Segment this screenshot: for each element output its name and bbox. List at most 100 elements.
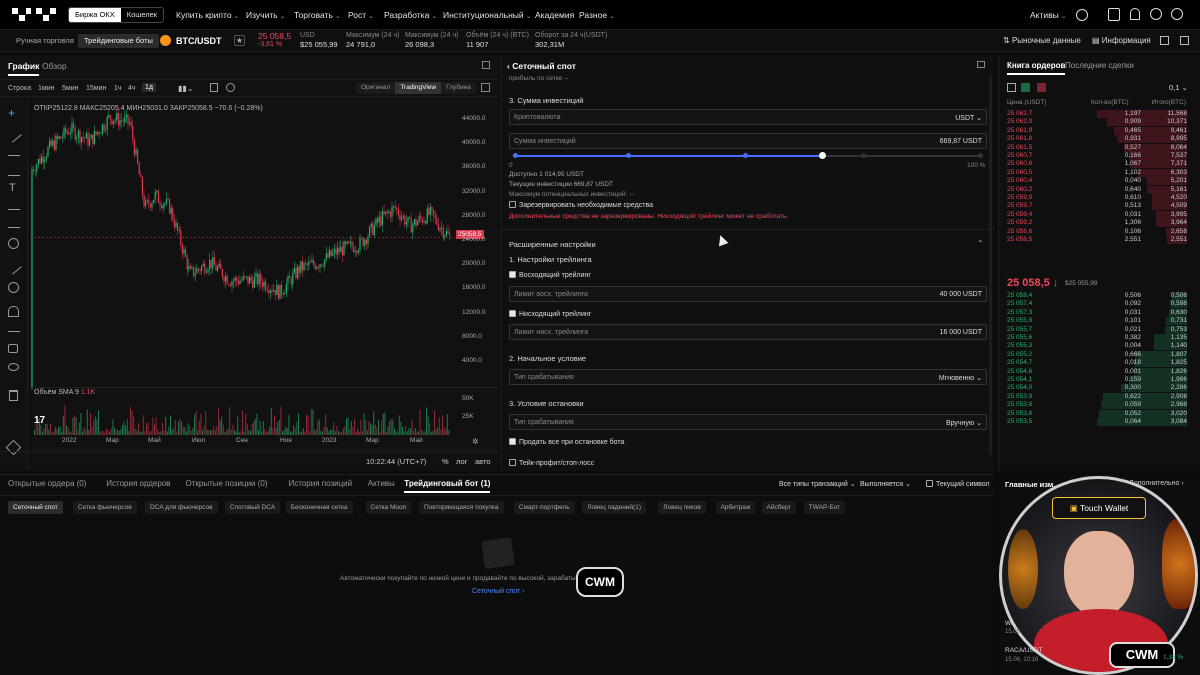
exchange-wallet-switch[interactable]: Биржа ОКХ Кошелек <box>68 7 165 23</box>
candlestick-chart[interactable] <box>30 103 498 427</box>
emoji-icon[interactable] <box>8 238 19 249</box>
bid-row[interactable]: 25 055,7 0,021 0,753 <box>999 325 1200 334</box>
favorite-star-icon[interactable]: ★ <box>234 35 245 46</box>
bot-type-chip[interactable]: Повторяющаяся покупка <box>419 501 504 514</box>
bot-type-chip[interactable]: TWAP-Бот <box>803 501 846 514</box>
ask-row[interactable]: 25 059,4 0,031 3,995 <box>999 210 1200 219</box>
overview-tab[interactable]: Обзор <box>42 61 67 71</box>
ask-row[interactable]: 25 060,5 1,102 6,303 <box>999 168 1200 177</box>
bid-row[interactable]: 25 053,8 0,059 2,968 <box>999 401 1200 410</box>
status-filter[interactable]: Выполняется ⌄ <box>860 480 911 488</box>
trailing-up-checkbox[interactable]: Восходящий трейлинг <box>509 271 591 279</box>
bid-row[interactable]: 25 055,2 0,666 1,807 <box>999 350 1200 359</box>
interval-1h[interactable]: 1ч <box>114 85 122 92</box>
reserve-funds-checkbox[interactable]: Зарезервировать необходимые средства <box>509 201 653 209</box>
manual-trading-tab[interactable]: Ручная торговля <box>10 34 80 48</box>
ask-row[interactable]: 25 060,7 0,166 7,537 <box>999 152 1200 160</box>
interval-1m[interactable]: 1мин <box>38 85 54 92</box>
ruler-icon[interactable] <box>6 259 22 275</box>
ask-row[interactable]: 25 062,7 1,197 11,568 <box>999 110 1200 118</box>
panel-scrollbar[interactable] <box>989 75 992 455</box>
nav-buy-crypto[interactable]: Купить крипто <box>176 10 239 20</box>
ask-row[interactable]: 25 059,9 0,610 4,520 <box>999 194 1200 202</box>
trash-icon[interactable] <box>9 390 18 401</box>
settings-icon[interactable] <box>1180 36 1189 45</box>
tp-sl-checkbox[interactable]: Тейк-профит/стоп-лосс <box>509 459 594 467</box>
bid-row[interactable]: 25 055,6 0,382 1,135 <box>999 334 1200 342</box>
pattern-icon[interactable] <box>8 200 20 210</box>
bot-type-chip[interactable]: Ловец падений(1) <box>582 501 646 514</box>
crosshair-icon[interactable]: + <box>8 106 15 120</box>
lock-icon[interactable] <box>8 344 18 353</box>
chart-settings-icon[interactable] <box>226 83 235 92</box>
pair-selector[interactable]: BTC/USDT <box>176 36 222 46</box>
info-button[interactable]: ▤ Информация <box>1092 36 1151 45</box>
investment-amount-input[interactable]: Сумма инвестиций 669,87 USDT <box>509 133 987 149</box>
bid-row[interactable]: 25 054,1 0,159 1,986 <box>999 376 1200 384</box>
view-original[interactable]: Оригинал <box>356 82 395 94</box>
investment-slider[interactable] <box>513 152 984 159</box>
ask-row[interactable]: 25 060,4 0,040 5,201 <box>999 177 1200 186</box>
zoom-icon[interactable] <box>8 282 19 293</box>
bot-panel-title[interactable]: ‹ Сеточный спот <box>507 61 576 71</box>
percent-scale[interactable]: % <box>442 457 449 466</box>
ask-row[interactable]: 25 061,5 0,527 8,064 <box>999 143 1200 152</box>
chevron-up-icon[interactable]: ⌃ <box>977 239 984 248</box>
advanced-settings-toggle[interactable]: Расширенные настройки <box>509 240 596 249</box>
wallet-switch[interactable]: Кошелек <box>121 8 163 22</box>
exchange-switch[interactable]: Биржа ОКХ <box>69 8 121 22</box>
ask-row[interactable]: 25 058,6 0,106 2,658 <box>999 227 1200 236</box>
panel-collapse-icon[interactable] <box>977 61 985 68</box>
interval-line[interactable]: Строка <box>8 85 31 92</box>
fullscreen-icon[interactable] <box>481 83 490 92</box>
nav-academy[interactable]: Академия <box>535 10 574 20</box>
nav-institutional[interactable]: Институциональный <box>443 10 531 20</box>
bottom-tab[interactable]: История позиций <box>289 479 353 488</box>
nav-growth[interactable]: Рост <box>348 10 374 20</box>
sell-all-on-stop-checkbox[interactable]: Продать все при остановке бота <box>509 438 624 446</box>
trailing-down-checkbox[interactable]: Нисходящий трейлинг <box>509 310 591 318</box>
ask-row[interactable]: 25 061,8 0,931 8,995 <box>999 135 1200 144</box>
bid-row[interactable]: 25 053,5 0,064 3,084 <box>999 418 1200 426</box>
bottom-tab[interactable]: Активы <box>368 479 395 488</box>
indicators-icon[interactable] <box>210 83 218 92</box>
bot-type-chip[interactable]: Сеточный спот <box>8 501 63 514</box>
bid-row[interactable]: 25 053,6 0,052 3,020 <box>999 409 1200 418</box>
chart-tab[interactable]: График <box>8 61 40 76</box>
orderbook-tab[interactable]: Книга ордеров <box>1007 61 1066 75</box>
lock-drawing-icon[interactable] <box>8 322 20 332</box>
bot-type-chip[interactable]: Айсберг <box>761 501 796 514</box>
view-depth[interactable]: Глубина <box>441 82 476 94</box>
tick-size-select[interactable]: 0,1 ⌄ <box>1169 83 1188 92</box>
trendline-icon[interactable] <box>6 127 22 143</box>
ask-row[interactable]: 25 058,5 2,551 2,551 <box>999 236 1200 244</box>
layout-icon[interactable] <box>1160 36 1169 45</box>
interval-1d[interactable]: 1д <box>142 83 156 92</box>
log-scale[interactable]: лог <box>456 457 467 466</box>
nav-development[interactable]: Разработка <box>384 10 437 20</box>
grid-spot-link[interactable]: Сеточный спот › <box>472 588 525 595</box>
okx-logo[interactable] <box>12 8 56 22</box>
bot-type-chip[interactable]: Смарт-портфель <box>513 501 575 514</box>
both-sides-view-icon[interactable] <box>1007 83 1016 92</box>
nav-trade[interactable]: Торговать <box>294 10 341 20</box>
bid-row[interactable]: 25 058,4 0,506 0,506 <box>999 292 1200 300</box>
bid-row[interactable]: 25 055,9 0,101 0,731 <box>999 317 1200 326</box>
nav-more[interactable]: Разное <box>579 10 615 20</box>
bot-type-chip[interactable]: Спотовый DCA <box>224 501 281 514</box>
crypto-select[interactable]: Криптовалюта USDT ⌄ <box>509 109 987 125</box>
user-icon[interactable] <box>1076 9 1088 21</box>
interval-15m[interactable]: 15мин <box>86 85 106 92</box>
stop-trigger-select[interactable]: Тип срабатывания Вручную ⌄ <box>509 414 987 430</box>
ask-row[interactable]: 25 062,0 0,909 10,371 <box>999 118 1200 127</box>
download-icon[interactable] <box>1108 8 1120 21</box>
asks-view-icon[interactable] <box>1037 83 1046 92</box>
help-icon[interactable] <box>1150 8 1162 20</box>
expand-icon[interactable] <box>482 61 490 69</box>
view-tradingview[interactable]: TradingView <box>395 82 442 94</box>
bottom-tab[interactable]: Открытые позиции (0) <box>186 479 268 488</box>
market-data-button[interactable]: ⇅ Рыночные данные <box>1003 36 1081 45</box>
pitchfork-icon[interactable] <box>8 166 20 176</box>
recent-trades-tab[interactable]: Последние сделки <box>1065 61 1134 70</box>
transaction-type-filter[interactable]: Все типы транзакций ⌄ <box>779 480 856 488</box>
